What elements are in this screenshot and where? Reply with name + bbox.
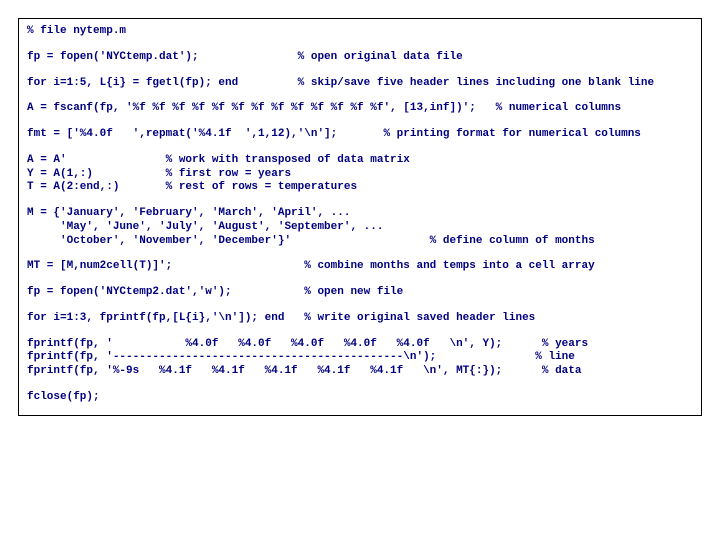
code-line: fp = fopen('NYCtemp.dat'); % open origin…: [27, 51, 693, 65]
code-line: T = A(2:end,:) % rest of rows = temperat…: [27, 181, 693, 195]
code-line: % file nytemp.m: [27, 25, 693, 39]
code-line: Y = A(1,:) % first row = years: [27, 168, 693, 182]
code-line: for i=1:3, fprintf(fp,[L{i},'\n']); end …: [27, 312, 693, 326]
code-block: % file nytemp.m fp = fopen('NYCtemp.dat'…: [18, 18, 702, 416]
code-line: fprintf(fp, ' %4.0f %4.0f %4.0f %4.0f %4…: [27, 338, 693, 352]
code-line: fp = fopen('NYCtemp2.dat','w'); % open n…: [27, 286, 693, 300]
code-line: fprintf(fp, '%-9s %4.1f %4.1f %4.1f %4.1…: [27, 365, 693, 379]
code-line: fprintf(fp, '---------------------------…: [27, 351, 693, 365]
code-line: for i=1:5, L{i} = fgetl(fp); end % skip/…: [27, 77, 693, 91]
code-line: fclose(fp);: [27, 391, 693, 405]
code-line: A = A' % work with transposed of data ma…: [27, 154, 693, 168]
code-line: fmt = ['%4.0f ',repmat('%4.1f ',1,12),'\…: [27, 128, 693, 142]
code-line: A = fscanf(fp, '%f %f %f %f %f %f %f %f …: [27, 102, 693, 116]
code-line: MT = [M,num2cell(T)]'; % combine months …: [27, 260, 693, 274]
code-line: M = {'January', 'February', 'March', 'Ap…: [27, 207, 693, 221]
code-line: 'October', 'November', 'December'}' % de…: [27, 235, 693, 249]
code-line: 'May', 'June', 'July', 'August', 'Septem…: [27, 221, 693, 235]
